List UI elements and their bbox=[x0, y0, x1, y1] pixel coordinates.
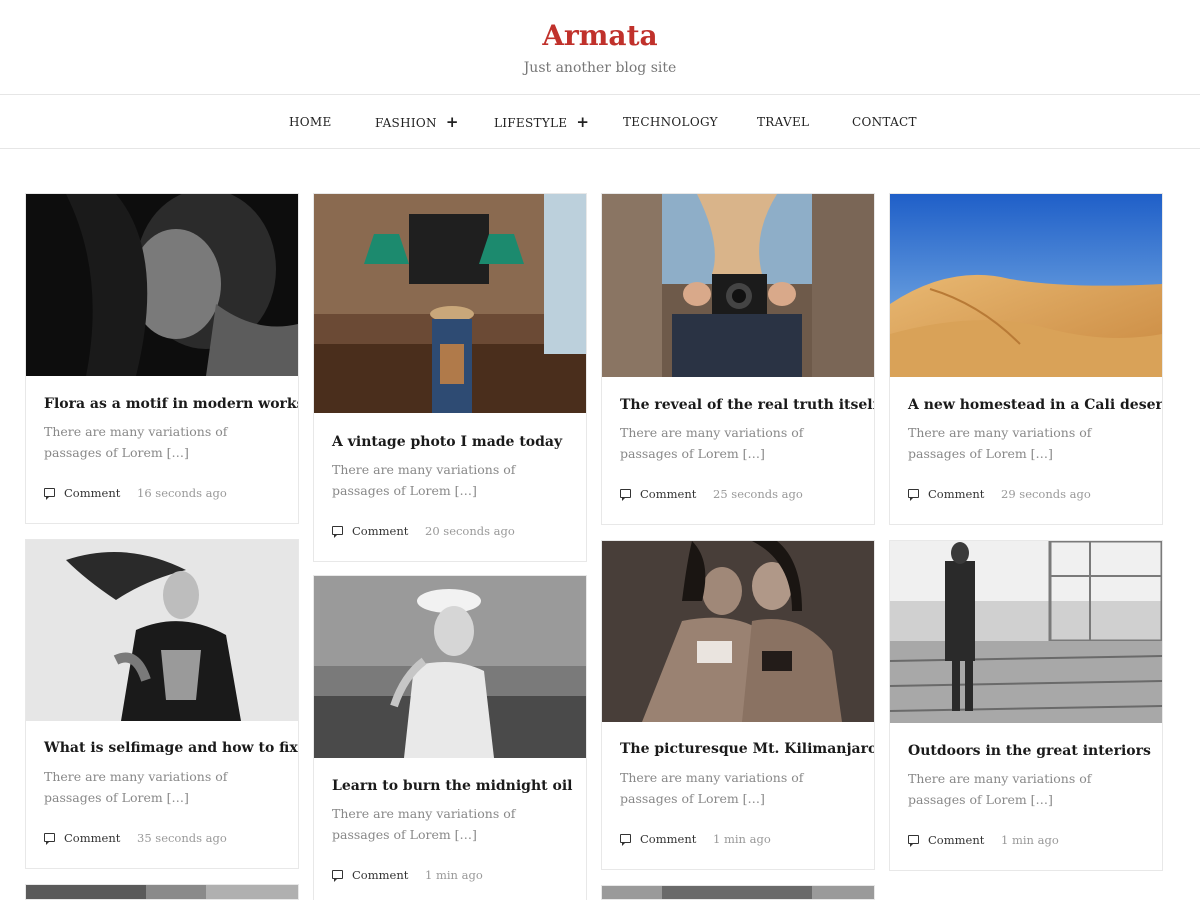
post-excerpt: There are many variations of passages of… bbox=[44, 769, 228, 805]
comment-link[interactable]: Comment bbox=[64, 485, 120, 501]
comment-link[interactable]: Comment bbox=[64, 830, 120, 846]
post-card: What is selfimage and how to fix it Ther… bbox=[25, 539, 299, 869]
post-thumbnail[interactable] bbox=[602, 886, 874, 899]
comment-icon bbox=[332, 870, 343, 882]
post-time[interactable]: 1 min ago bbox=[713, 831, 771, 847]
comment-icon bbox=[332, 526, 343, 538]
post-thumbnail[interactable] bbox=[602, 194, 874, 377]
plus-icon[interactable]: + bbox=[576, 113, 589, 131]
comment-link[interactable]: Comment bbox=[640, 831, 696, 847]
comment-icon bbox=[620, 489, 631, 501]
post-title[interactable]: Outdoors in the great interiors bbox=[908, 742, 1151, 760]
post-time[interactable]: 16 seconds ago bbox=[137, 485, 227, 501]
nav-item-technology[interactable]: TECHNOLOGY bbox=[623, 95, 718, 149]
post-title[interactable]: Flora as a motif in modern works bbox=[44, 395, 298, 413]
post-card: Learn to burn the midnight oil There are… bbox=[313, 575, 587, 900]
post-meta: Comment 16 seconds ago bbox=[44, 485, 284, 501]
nav-item-fashion[interactable]: FASHION + bbox=[375, 95, 459, 149]
post-excerpt: There are many variations of passages of… bbox=[908, 771, 1092, 807]
comment-icon bbox=[620, 834, 631, 846]
nav-label: TECHNOLOGY bbox=[623, 115, 718, 129]
post-thumbnail[interactable] bbox=[314, 194, 586, 413]
post-excerpt: There are many variations of passages of… bbox=[620, 770, 804, 806]
post-excerpt: There are many variations of passages of… bbox=[620, 425, 804, 461]
comment-icon bbox=[908, 835, 919, 847]
post-excerpt: There are many variations of passages of… bbox=[332, 462, 516, 498]
comment-icon bbox=[44, 488, 55, 500]
comment-link[interactable]: Comment bbox=[352, 867, 408, 883]
post-time[interactable]: 20 seconds ago bbox=[425, 523, 515, 539]
comment-link[interactable]: Comment bbox=[928, 486, 984, 502]
post-excerpt: There are many variations of passages of… bbox=[44, 424, 228, 460]
post-card-partial bbox=[601, 885, 875, 900]
post-title[interactable]: The reveal of the real truth itself bbox=[620, 396, 874, 414]
post-thumbnail[interactable] bbox=[26, 540, 298, 721]
main-navigation: HOME FASHION + LIFESTYLE + TECHNOLOGY TRAV… bbox=[0, 95, 1200, 149]
nav-item-travel[interactable]: TRAVEL bbox=[757, 95, 809, 149]
post-card: Outdoors in the great interiors There ar… bbox=[889, 540, 1163, 871]
post-time[interactable]: 1 min ago bbox=[425, 867, 483, 883]
post-title[interactable]: Learn to burn the midnight oil bbox=[332, 777, 572, 795]
post-meta: Comment 1 min ago bbox=[908, 832, 1148, 848]
post-time[interactable]: 25 seconds ago bbox=[713, 486, 803, 502]
post-meta: Comment 29 seconds ago bbox=[908, 486, 1148, 502]
site-header: Armata Just another blog site bbox=[0, 0, 1200, 95]
site-tagline: Just another blog site bbox=[523, 60, 677, 76]
post-meta: Comment 1 min ago bbox=[620, 831, 860, 847]
post-meta: Comment 20 seconds ago bbox=[332, 523, 572, 539]
plus-icon[interactable]: + bbox=[446, 113, 459, 131]
post-meta: Comment 25 seconds ago bbox=[620, 486, 860, 502]
post-time[interactable]: 1 min ago bbox=[1001, 832, 1059, 848]
nav-label: LIFESTYLE bbox=[494, 116, 568, 130]
comment-icon bbox=[44, 833, 55, 845]
post-title[interactable]: A vintage photo I made today bbox=[332, 433, 572, 451]
nav-label: TRAVEL bbox=[757, 115, 810, 129]
post-card: A vintage photo I made today There are m… bbox=[313, 193, 587, 562]
comment-link[interactable]: Comment bbox=[352, 523, 408, 539]
post-thumbnail[interactable] bbox=[314, 576, 586, 758]
comment-link[interactable]: Comment bbox=[928, 832, 984, 848]
comment-link[interactable]: Comment bbox=[640, 486, 696, 502]
post-title[interactable]: What is selfimage and how to fix it bbox=[44, 739, 298, 757]
nav-item-home[interactable]: HOME bbox=[289, 95, 332, 149]
post-card: The reveal of the real truth itself Ther… bbox=[601, 193, 875, 525]
post-excerpt: There are many variations of passages of… bbox=[332, 806, 516, 842]
nav-label: HOME bbox=[289, 115, 332, 129]
post-thumbnail[interactable] bbox=[26, 194, 298, 376]
post-card: Flora as a motif in modern works There a… bbox=[25, 193, 299, 524]
nav-item-lifestyle[interactable]: LIFESTYLE + bbox=[494, 95, 589, 149]
post-title[interactable]: The picturesque Mt. Kilimanjaro bbox=[620, 740, 874, 758]
post-thumbnail[interactable] bbox=[602, 541, 874, 722]
nav-label: CONTACT bbox=[852, 115, 917, 129]
post-meta: Comment 1 min ago bbox=[332, 867, 572, 883]
site-title[interactable]: Armata bbox=[0, 16, 1200, 56]
post-card: A new homestead in a Cali desert There a… bbox=[889, 193, 1163, 525]
nav-label: FASHION bbox=[375, 116, 437, 130]
post-card: The picturesque Mt. Kilimanjaro There ar… bbox=[601, 540, 875, 870]
post-time[interactable]: 35 seconds ago bbox=[137, 830, 227, 846]
comment-icon bbox=[908, 489, 919, 501]
post-title[interactable]: A new homestead in a Cali desert bbox=[908, 396, 1162, 414]
post-time[interactable]: 29 seconds ago bbox=[1001, 486, 1091, 502]
post-thumbnail[interactable] bbox=[890, 541, 1162, 723]
post-excerpt: There are many variations of passages of… bbox=[908, 425, 1092, 461]
nav-item-contact[interactable]: CONTACT bbox=[852, 95, 917, 149]
post-thumbnail[interactable] bbox=[890, 194, 1162, 377]
post-thumbnail[interactable] bbox=[26, 885, 298, 899]
post-card-partial bbox=[25, 884, 299, 900]
post-meta: Comment 35 seconds ago bbox=[44, 830, 284, 846]
